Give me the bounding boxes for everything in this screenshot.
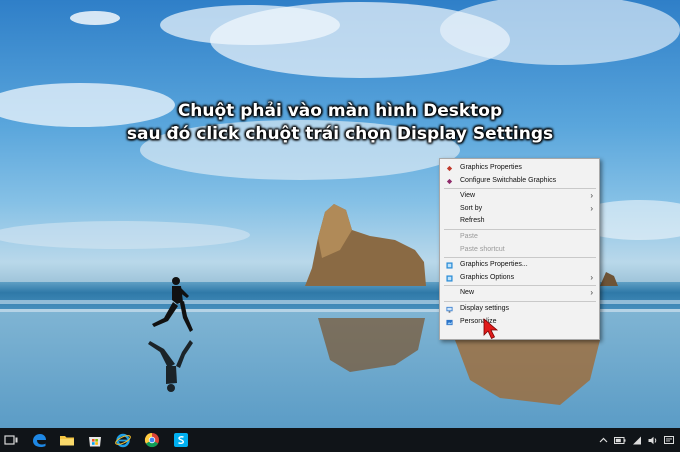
menu-item-label: New xyxy=(460,289,475,297)
edge-icon[interactable] xyxy=(30,431,48,449)
action-center-icon[interactable] xyxy=(664,435,674,445)
instruction-line-2: sau đó click chuột trái chọn Display Set… xyxy=(126,124,554,144)
menu-divider xyxy=(444,300,596,302)
menu-item-label: View xyxy=(460,192,476,200)
menu-item-graphics-properties[interactable]: Graphics Properties... xyxy=(440,259,599,272)
menu-item-label: Graphics Options xyxy=(460,273,515,281)
menu-item-graphics-options[interactable]: Graphics Options › xyxy=(440,272,599,285)
intel-graphics-icon xyxy=(446,165,453,172)
submenu-arrow-icon: › xyxy=(590,272,593,282)
desktop[interactable]: Chuột phải vào màn hình Desktop sau đó c… xyxy=(0,0,680,452)
submenu-arrow-icon: › xyxy=(590,203,593,213)
menu-item-refresh[interactable]: Refresh xyxy=(440,215,599,228)
battery-icon[interactable] xyxy=(614,436,626,445)
menu-item-label: Sort by xyxy=(460,204,483,212)
graphics-properties-icon xyxy=(446,262,453,269)
submenu-arrow-icon: › xyxy=(590,191,593,201)
instruction-overlay: Chuột phải vào màn hình Desktop sau đó c… xyxy=(0,100,680,146)
menu-item-sort-by[interactable]: Sort by › xyxy=(440,203,599,216)
menu-item-new[interactable]: New › xyxy=(440,287,599,300)
instruction-line-1: Chuột phải vào màn hình Desktop xyxy=(177,101,503,121)
menu-item-label: Configure Switchable Graphics xyxy=(460,176,557,184)
menu-item-label: Graphics Properties... xyxy=(460,261,528,269)
menu-divider xyxy=(444,285,596,287)
menu-item-graphics-properties-top[interactable]: Graphics Properties xyxy=(440,162,599,175)
amd-graphics-icon xyxy=(446,178,453,184)
file-explorer-icon[interactable] xyxy=(58,431,76,449)
display-settings-icon xyxy=(446,306,453,313)
mouse-cursor-icon xyxy=(483,318,499,340)
menu-item-view[interactable]: View › xyxy=(440,190,599,203)
volume-icon[interactable] xyxy=(648,436,658,445)
submenu-arrow-icon: › xyxy=(590,288,593,298)
menu-item-paste: Paste xyxy=(440,231,599,244)
personalize-icon xyxy=(446,319,453,325)
system-tray xyxy=(599,434,674,446)
store-icon[interactable] xyxy=(86,431,104,449)
menu-item-label: Graphics Properties xyxy=(460,164,522,171)
menu-item-display-settings[interactable]: Display settings xyxy=(440,303,599,316)
internet-explorer-icon[interactable] xyxy=(114,431,132,449)
menu-divider xyxy=(444,228,596,230)
skype-icon[interactable] xyxy=(172,431,190,449)
menu-item-label: Display settings xyxy=(460,304,510,312)
menu-item-configure-switchable-graphics[interactable]: Configure Switchable Graphics xyxy=(440,175,599,188)
menu-divider xyxy=(444,257,596,259)
menu-item-label: Refresh xyxy=(460,217,485,225)
desktop-context-menu: Graphics Properties Configure Switchable… xyxy=(439,158,600,340)
graphics-options-icon xyxy=(446,275,453,282)
menu-item-personalize[interactable]: Personalize xyxy=(440,316,599,329)
taskbar xyxy=(0,428,680,452)
menu-item-label: Paste xyxy=(460,232,478,240)
menu-item-label: Paste shortcut xyxy=(460,245,505,253)
network-icon[interactable] xyxy=(632,436,642,445)
task-view-icon[interactable] xyxy=(2,431,20,449)
menu-divider xyxy=(444,188,596,190)
show-hidden-icons-icon[interactable] xyxy=(599,436,608,445)
menu-item-paste-shortcut: Paste shortcut xyxy=(440,244,599,257)
chrome-icon[interactable] xyxy=(143,431,161,449)
